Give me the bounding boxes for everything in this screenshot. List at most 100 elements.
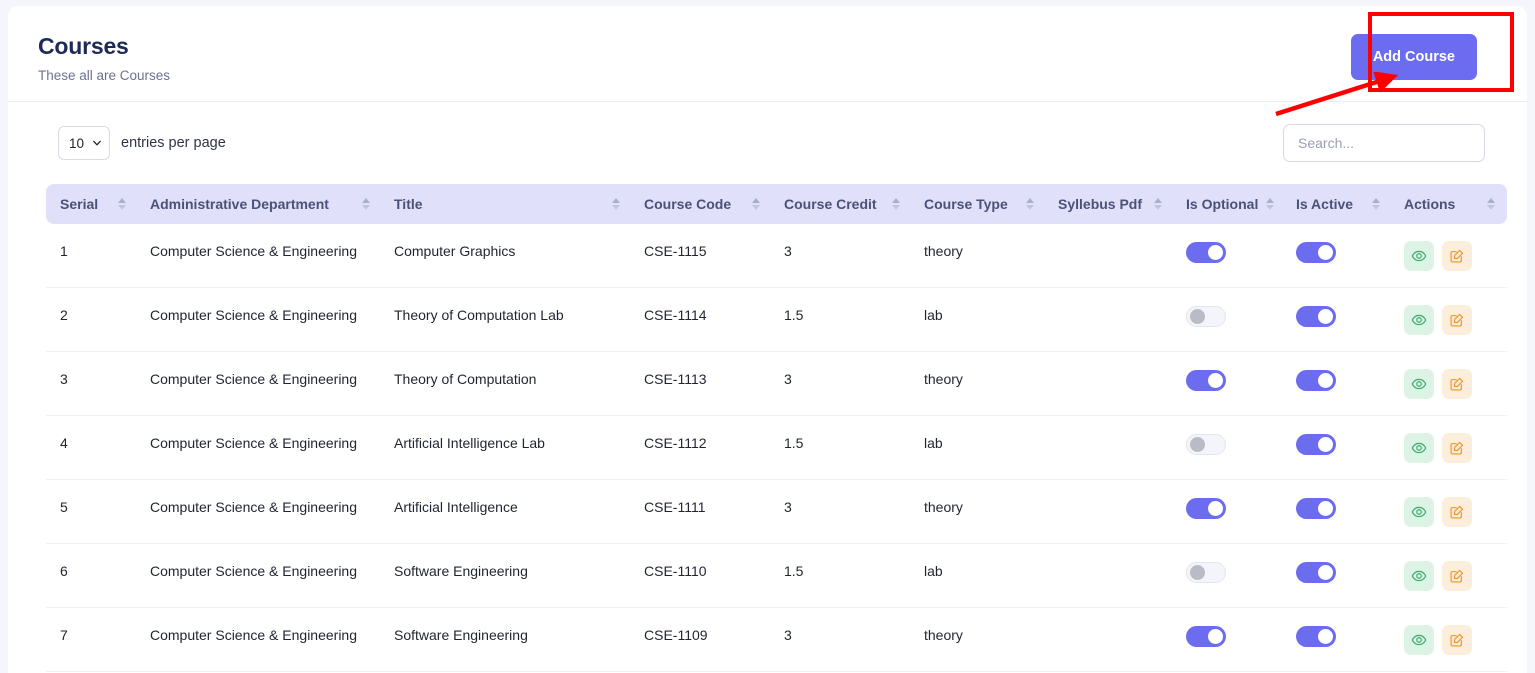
sort-toggle-icon[interactable] [1154, 198, 1162, 210]
view-button[interactable] [1404, 369, 1434, 399]
actions-cell [1392, 288, 1507, 352]
table-row: 1Computer Science & EngineeringComputer … [46, 224, 1507, 288]
department-cell: Computer Science & Engineering [138, 608, 382, 672]
column-header-is-active[interactable]: Is Active [1284, 184, 1392, 224]
edit-pencil-icon [1449, 440, 1465, 456]
column-header-administrative-department[interactable]: Administrative Department [138, 184, 382, 224]
is-optional-toggle[interactable] [1186, 626, 1226, 647]
entries-per-page-group: 102550100 entries per page [58, 126, 226, 160]
column-header-actions[interactable]: Actions [1392, 184, 1507, 224]
edit-button[interactable] [1442, 561, 1472, 591]
view-button[interactable] [1404, 305, 1434, 335]
syllebus-pdf-cell [1046, 544, 1174, 608]
column-header-course-type[interactable]: Course Type [912, 184, 1046, 224]
is-active-toggle[interactable] [1296, 242, 1336, 263]
is-optional-cell [1174, 416, 1284, 480]
view-button[interactable] [1404, 625, 1434, 655]
eye-icon [1411, 248, 1427, 264]
is-active-toggle[interactable] [1296, 626, 1336, 647]
serial-cell: 6 [46, 544, 138, 608]
eye-icon [1411, 504, 1427, 520]
is-optional-cell [1174, 544, 1284, 608]
toggle-knob [1190, 565, 1205, 580]
is-optional-toggle[interactable] [1186, 370, 1226, 391]
department-cell: Computer Science & Engineering [138, 224, 382, 288]
column-header-is-optional[interactable]: Is Optional [1174, 184, 1284, 224]
course-credit-cell: 3 [772, 480, 912, 544]
sort-toggle-icon[interactable] [892, 198, 900, 210]
is-active-toggle[interactable] [1296, 498, 1336, 519]
eye-icon [1411, 568, 1427, 584]
view-button[interactable] [1404, 497, 1434, 527]
view-button[interactable] [1404, 561, 1434, 591]
title-cell: Theory of Computation [382, 352, 632, 416]
is-optional-toggle[interactable] [1186, 306, 1226, 327]
department-cell: Computer Science & Engineering [138, 352, 382, 416]
courses-card: Courses These all are Courses Add Course… [8, 6, 1527, 673]
edit-pencil-icon [1449, 632, 1465, 648]
course-credit-cell: 1.5 [772, 288, 912, 352]
courses-page: Courses These all are Courses Add Course… [0, 0, 1535, 673]
sort-toggle-icon[interactable] [1026, 198, 1034, 210]
toggle-knob [1318, 245, 1333, 260]
is-optional-toggle[interactable] [1186, 562, 1226, 583]
toggle-knob [1318, 437, 1333, 452]
title-cell: Computer Graphics [382, 224, 632, 288]
edit-button[interactable] [1442, 625, 1472, 655]
toggle-knob [1190, 437, 1205, 452]
sort-toggle-icon[interactable] [1487, 198, 1495, 210]
title-cell: Theory of Computation Lab [382, 288, 632, 352]
column-header-syllebus-pdf[interactable]: Syllebus Pdf [1046, 184, 1174, 224]
is-active-cell [1284, 608, 1392, 672]
is-active-cell [1284, 288, 1392, 352]
is-active-cell [1284, 416, 1392, 480]
column-header-serial[interactable]: Serial [46, 184, 138, 224]
edit-button[interactable] [1442, 497, 1472, 527]
table-body: 1Computer Science & EngineeringComputer … [46, 224, 1507, 672]
is-active-toggle[interactable] [1296, 434, 1336, 455]
is-optional-cell [1174, 480, 1284, 544]
edit-button[interactable] [1442, 241, 1472, 271]
search-input[interactable] [1283, 124, 1485, 162]
sort-toggle-icon[interactable] [118, 198, 126, 210]
is-active-toggle[interactable] [1296, 370, 1336, 391]
actions-cell [1392, 480, 1507, 544]
entries-select-wrap: 102550100 [58, 126, 110, 160]
is-active-toggle[interactable] [1296, 306, 1336, 327]
table-wrapper: SerialAdministrative DepartmentTitleCour… [8, 184, 1527, 672]
table-controls: 102550100 entries per page [8, 102, 1527, 184]
sort-toggle-icon[interactable] [752, 198, 760, 210]
sort-toggle-icon[interactable] [362, 198, 370, 210]
sort-toggle-icon[interactable] [1266, 198, 1274, 210]
toggle-knob [1318, 565, 1333, 580]
is-active-toggle[interactable] [1296, 562, 1336, 583]
is-optional-toggle[interactable] [1186, 434, 1226, 455]
column-header-title[interactable]: Title [382, 184, 632, 224]
edit-button[interactable] [1442, 433, 1472, 463]
column-header-course-code[interactable]: Course Code [632, 184, 772, 224]
course-type-cell: lab [912, 416, 1046, 480]
course-code-cell: CSE-1109 [632, 608, 772, 672]
add-course-button[interactable]: Add Course [1351, 34, 1477, 80]
sort-toggle-icon[interactable] [612, 198, 620, 210]
courses-table: SerialAdministrative DepartmentTitleCour… [46, 184, 1507, 672]
title-cell: Artificial Intelligence [382, 480, 632, 544]
is-optional-toggle[interactable] [1186, 498, 1226, 519]
is-optional-toggle[interactable] [1186, 242, 1226, 263]
serial-cell: 5 [46, 480, 138, 544]
department-cell: Computer Science & Engineering [138, 544, 382, 608]
actions-cell [1392, 608, 1507, 672]
syllebus-pdf-cell [1046, 480, 1174, 544]
column-header-course-credit[interactable]: Course Credit [772, 184, 912, 224]
entries-per-page-select[interactable]: 102550100 [58, 126, 110, 160]
edit-button[interactable] [1442, 369, 1472, 399]
view-button[interactable] [1404, 241, 1434, 271]
actions-cell [1392, 416, 1507, 480]
view-button[interactable] [1404, 433, 1434, 463]
edit-pencil-icon [1449, 504, 1465, 520]
course-code-cell: CSE-1111 [632, 480, 772, 544]
syllebus-pdf-cell [1046, 352, 1174, 416]
edit-button[interactable] [1442, 305, 1472, 335]
serial-cell: 7 [46, 608, 138, 672]
sort-toggle-icon[interactable] [1372, 198, 1380, 210]
